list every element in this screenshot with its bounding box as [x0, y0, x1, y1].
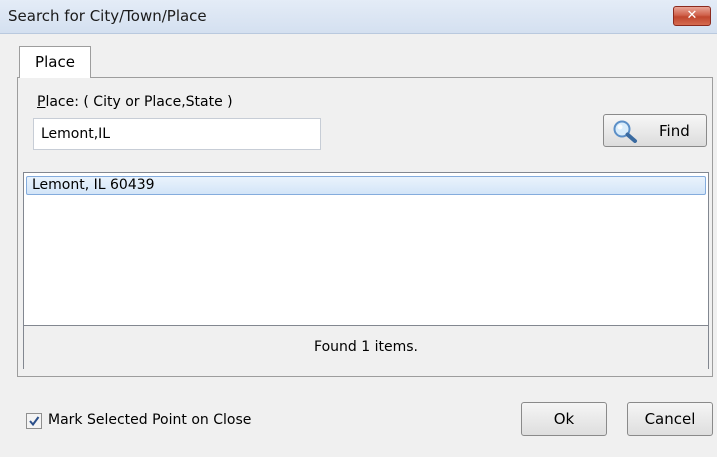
- results-list[interactable]: Lemont, IL 60439: [24, 173, 708, 325]
- ok-button[interactable]: Ok: [521, 402, 607, 436]
- close-icon: ✕: [686, 8, 698, 23]
- place-label-text: lace: ( City or Place,State ): [45, 94, 233, 110]
- mark-selected-checkbox[interactable]: [26, 413, 42, 429]
- mark-selected-label[interactable]: Mark Selected Point on Close: [48, 412, 251, 428]
- title-bar: Search for City/Town/Place ✕: [0, 0, 717, 34]
- place-input[interactable]: [33, 118, 321, 150]
- close-button[interactable]: ✕: [673, 6, 711, 26]
- cancel-button[interactable]: Cancel: [627, 402, 713, 436]
- tab-place-label: Place: [35, 53, 75, 71]
- results-status: Found 1 items.: [24, 325, 708, 369]
- place-label: Place: ( City or Place,State ): [37, 94, 233, 110]
- results-list-box: Lemont, IL 60439 Found 1 items.: [23, 172, 709, 369]
- window-title: Search for City/Town/Place: [8, 7, 207, 25]
- find-button-label: Find: [659, 122, 690, 140]
- find-button[interactable]: Find: [603, 114, 707, 147]
- checkmark-icon: [29, 416, 40, 427]
- magnifier-icon: [612, 119, 638, 147]
- tab-place[interactable]: Place: [19, 46, 91, 78]
- list-item[interactable]: Lemont, IL 60439: [26, 176, 706, 195]
